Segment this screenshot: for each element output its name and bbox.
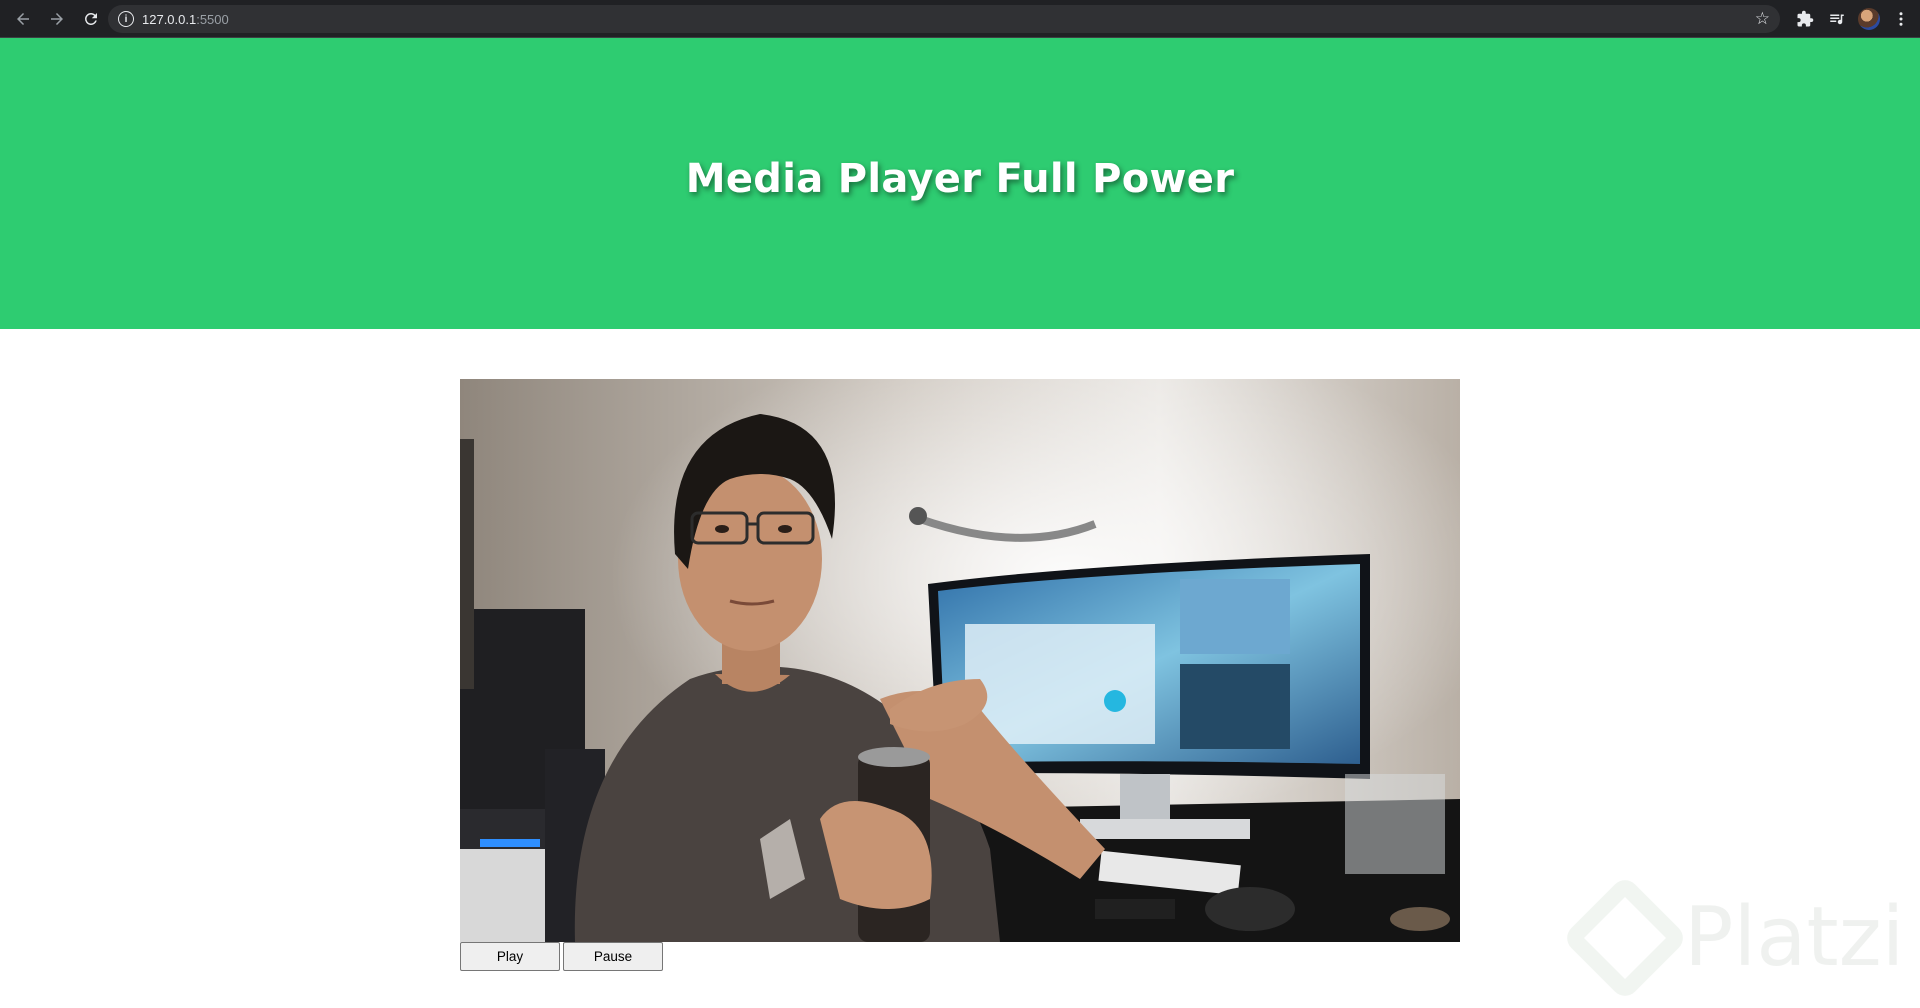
platzi-logo-icon <box>1561 873 1689 1002</box>
address-bar[interactable]: i 127.0.0.1:5500 ☆ <box>108 5 1780 33</box>
puzzle-icon <box>1797 10 1814 27</box>
url-host: 127.0.0.1 <box>142 11 197 27</box>
profile-avatar[interactable] <box>1858 8 1880 30</box>
url-port: :5500 <box>196 11 229 27</box>
more-vertical-icon <box>1899 12 1903 26</box>
arrow-right-icon <box>51 12 63 25</box>
extensions-button[interactable] <box>1794 8 1816 30</box>
platzi-watermark: Platzi <box>1561 873 1905 1002</box>
media-queue-icon <box>1830 14 1844 25</box>
player-controls: Play Pause <box>460 942 663 971</box>
browser-toolbar: i 127.0.0.1:5500 ☆ <box>0 0 1920 38</box>
menu-button[interactable] <box>1890 8 1912 30</box>
forward-button[interactable] <box>42 4 72 34</box>
back-button[interactable] <box>8 4 38 34</box>
reload-button[interactable] <box>76 4 106 34</box>
toolbar-actions <box>1794 4 1912 34</box>
info-icon[interactable]: i <box>118 11 134 27</box>
play-button[interactable]: Play <box>460 942 560 971</box>
video-frame <box>460 379 1460 942</box>
watermark-text: Platzi <box>1684 890 1905 985</box>
arrow-left-icon <box>17 12 29 25</box>
media-queue-button[interactable] <box>1826 8 1848 30</box>
page-header: Media Player Full Power <box>0 38 1920 329</box>
page-title: Media Player Full Power <box>685 155 1235 202</box>
pause-button[interactable]: Pause <box>563 942 663 971</box>
reload-icon <box>85 12 97 25</box>
video-player[interactable] <box>460 379 1460 942</box>
star-icon[interactable]: ☆ <box>1755 9 1770 29</box>
